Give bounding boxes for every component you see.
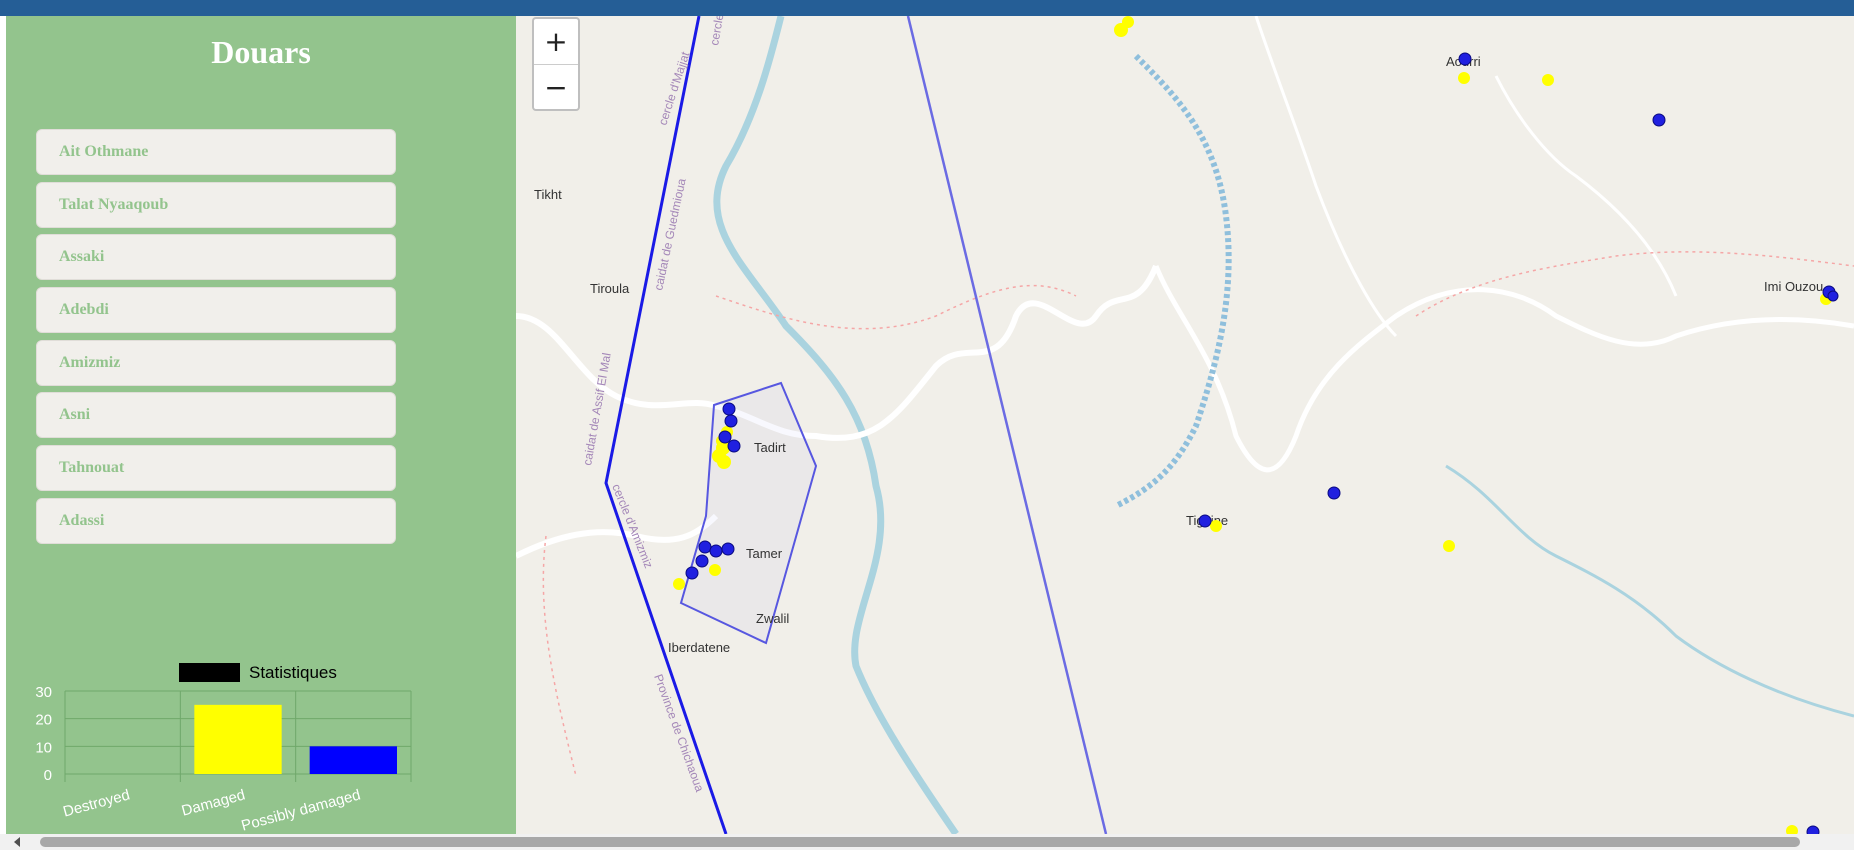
douar-button-ait-othmane[interactable]: Ait Othmane bbox=[36, 129, 396, 175]
x-tick-label: Possibly damaged bbox=[240, 786, 363, 834]
map-canvas[interactable]: Tikht Tiroula Tadirt Tamer Zwalil Iberda… bbox=[516, 16, 1854, 834]
track bbox=[1114, 53, 1232, 509]
legend-swatch[interactable] bbox=[179, 663, 240, 682]
damaged-marker[interactable] bbox=[1458, 72, 1470, 84]
zoom-in-button[interactable]: + bbox=[534, 19, 578, 65]
place-label: Tamer bbox=[746, 546, 783, 561]
y-tick-label: 10 bbox=[35, 739, 52, 756]
douar-button-talat-nyaaqoub[interactable]: Talat Nyaaqoub bbox=[36, 181, 396, 228]
map[interactable]: Tikht Tiroula Tadirt Tamer Zwalil Iberda… bbox=[516, 16, 1854, 834]
legend-label: Statistiques bbox=[249, 663, 337, 682]
admin-label: cercle bbox=[707, 16, 726, 47]
douar-button-adassi[interactable]: Adassi bbox=[36, 497, 396, 544]
possibly-damaged-marker[interactable] bbox=[1827, 290, 1839, 302]
road bbox=[1494, 75, 1678, 297]
possibly-damaged-marker[interactable] bbox=[724, 414, 738, 428]
place-label: Tikht bbox=[534, 187, 562, 202]
possibly-damaged-marker[interactable] bbox=[1806, 825, 1820, 834]
possibly-damaged-marker[interactable] bbox=[722, 402, 736, 416]
admin-boundary-line bbox=[906, 16, 1108, 834]
horizontal-scrollbar[interactable] bbox=[0, 834, 1854, 850]
admin-label: cercle d'Majjat bbox=[656, 49, 693, 127]
place-label: Iberdatene bbox=[668, 640, 730, 655]
place-label: Tiroula bbox=[590, 281, 630, 296]
statistics-chart: Statistiques 0 10 20 30 Destroyed DamagedPos… bbox=[35, 663, 412, 835]
possibly-damaged-marker[interactable] bbox=[718, 430, 732, 444]
damaged-marker[interactable] bbox=[709, 564, 721, 576]
place-label: Tadirt bbox=[754, 440, 786, 455]
damaged-marker[interactable] bbox=[1122, 16, 1134, 28]
zoom-out-button[interactable]: − bbox=[534, 65, 578, 110]
douar-button-tahnouat[interactable]: Tahnouat bbox=[36, 445, 396, 492]
possibly-damaged-marker[interactable] bbox=[1458, 52, 1472, 66]
scroll-left-arrow-icon[interactable] bbox=[14, 837, 20, 847]
admin-label: Province de Chichaoua bbox=[651, 672, 707, 794]
damaged-marker[interactable] bbox=[717, 455, 731, 469]
damaged-marker[interactable] bbox=[1786, 825, 1798, 834]
possibly-damaged-marker[interactable] bbox=[1198, 514, 1212, 528]
sidebar: Douars Ait Othmane Talat Nyaaqoub Assaki… bbox=[6, 16, 516, 835]
y-tick-label: 30 bbox=[35, 684, 52, 701]
zoom-control: + − bbox=[532, 17, 580, 111]
trail bbox=[542, 535, 577, 777]
damaged-markers[interactable] bbox=[673, 16, 1832, 834]
douar-button-asni[interactable]: Asni bbox=[36, 392, 396, 439]
douar-list: Ait Othmane Talat Nyaaqoub Assaki Adebdi… bbox=[36, 129, 396, 551]
possibly-damaged-marker[interactable] bbox=[698, 540, 712, 554]
y-tick-label: 0 bbox=[44, 767, 52, 784]
scrollbar-thumb[interactable] bbox=[40, 837, 1800, 847]
top-bar bbox=[0, 0, 1854, 16]
possibly-damaged-markers[interactable] bbox=[685, 52, 1839, 834]
bar-possibly-damaged[interactable] bbox=[309, 746, 397, 774]
douar-button-assaki[interactable]: Assaki bbox=[36, 234, 396, 281]
damaged-marker[interactable] bbox=[1542, 74, 1554, 86]
possibly-damaged-marker[interactable] bbox=[695, 554, 709, 568]
damaged-marker[interactable] bbox=[1443, 540, 1455, 552]
douar-button-amizmiz[interactable]: Amizmiz bbox=[36, 339, 396, 386]
damaged-marker[interactable] bbox=[1210, 520, 1222, 532]
damaged-marker[interactable] bbox=[673, 578, 685, 590]
x-tick-label: Destroyed bbox=[61, 786, 131, 820]
place-label: Zwalil bbox=[756, 611, 789, 626]
douar-button-adebdi[interactable]: Adebdi bbox=[36, 287, 396, 334]
sidebar-title: Douars bbox=[211, 34, 311, 70]
place-label: Imi Ouzou bbox=[1764, 279, 1823, 294]
possibly-damaged-marker[interactable] bbox=[727, 439, 741, 453]
possibly-damaged-marker[interactable] bbox=[685, 566, 699, 580]
possibly-damaged-marker[interactable] bbox=[1652, 113, 1666, 127]
possibly-damaged-marker[interactable] bbox=[709, 544, 723, 558]
river-east bbox=[1445, 464, 1854, 718]
road bbox=[1254, 16, 1398, 338]
possibly-damaged-marker[interactable] bbox=[721, 542, 735, 556]
bar-damaged[interactable] bbox=[194, 704, 282, 774]
possibly-damaged-marker[interactable] bbox=[1327, 486, 1341, 500]
douar-area-polygon[interactable] bbox=[679, 381, 818, 645]
x-tick-label: Damaged bbox=[180, 786, 247, 819]
road bbox=[1153, 265, 1854, 473]
y-tick-label: 20 bbox=[35, 712, 52, 729]
